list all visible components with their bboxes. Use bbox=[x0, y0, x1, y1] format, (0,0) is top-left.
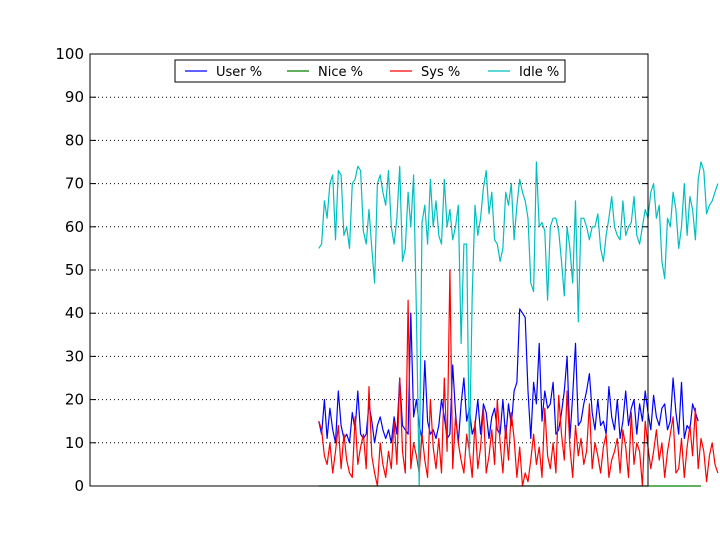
legend-label-1: Nice % bbox=[318, 65, 363, 80]
y-tick-label-0: 0 bbox=[74, 477, 84, 495]
y-tick-label-70: 70 bbox=[65, 175, 84, 193]
y-tick-label-60: 60 bbox=[65, 218, 84, 236]
y-tick-label-80: 80 bbox=[65, 131, 84, 149]
cpu-usage-chart: 0 10 20 30 40 50 60 70 80 90 100 User % Nice % Sys %… bbox=[0, 0, 720, 540]
y-tick-label-100: 100 bbox=[55, 45, 84, 63]
legend-label-3: Idle % bbox=[519, 65, 559, 80]
y-tick-label-50: 50 bbox=[65, 261, 84, 279]
legend-label-2: Sys % bbox=[421, 65, 460, 80]
y-tick-label-30: 30 bbox=[65, 347, 84, 365]
legend-label-0: User % bbox=[216, 65, 262, 80]
y-tick-label-10: 10 bbox=[65, 434, 84, 452]
legend: User % Nice % Sys % Idle % bbox=[174, 59, 566, 83]
y-tick-label-40: 40 bbox=[65, 304, 84, 322]
y-tick-label-90: 90 bbox=[65, 88, 84, 106]
y-tick-label-20: 20 bbox=[65, 391, 84, 409]
